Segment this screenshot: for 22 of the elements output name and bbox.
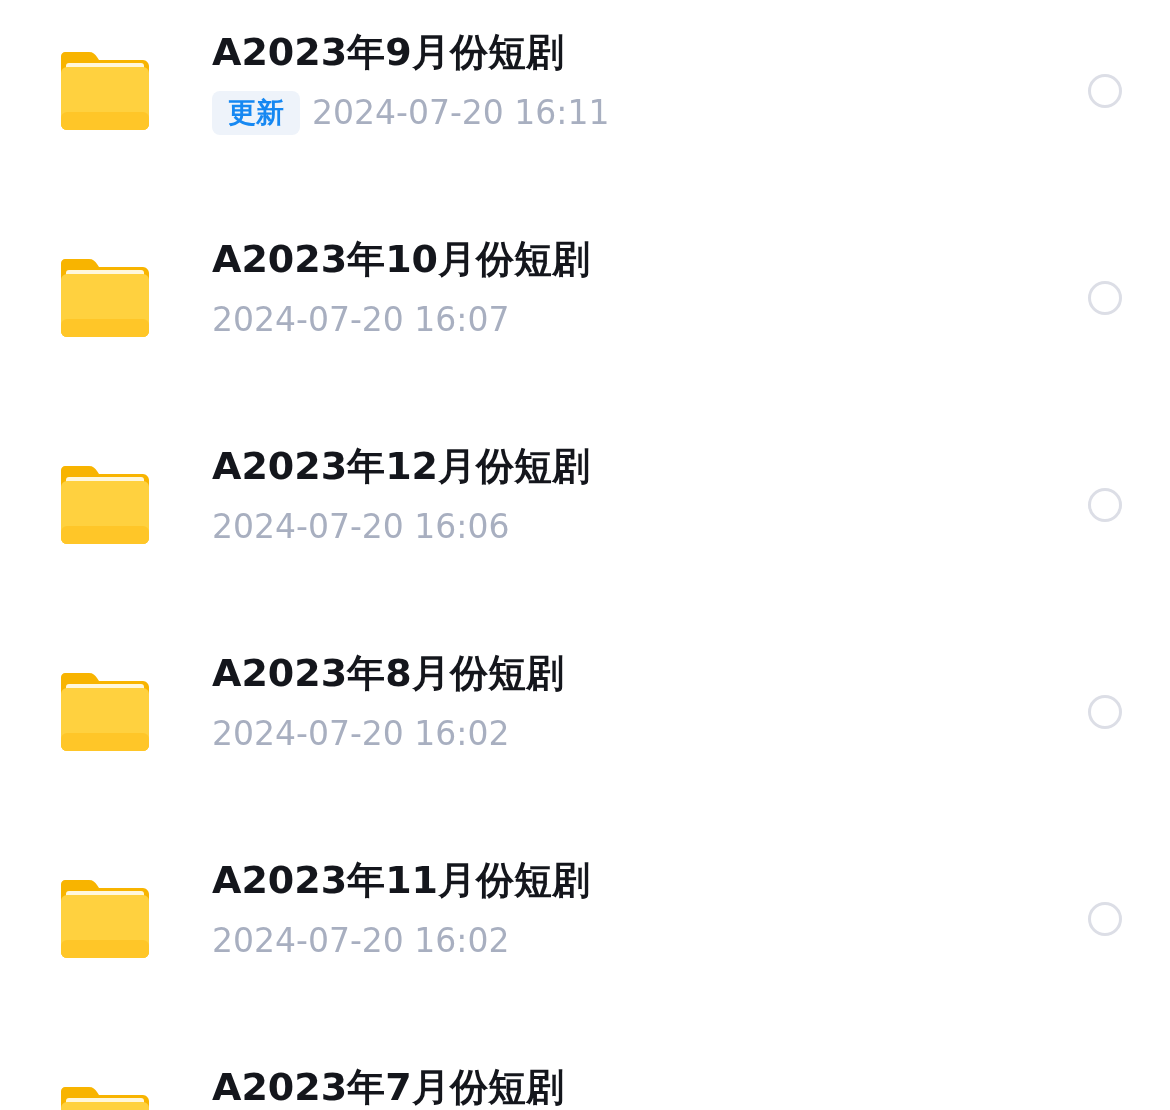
modified-date: 2024-07-20 16:02 [212, 920, 510, 962]
select-radio[interactable] [1088, 281, 1122, 315]
modified-date: 2024-07-20 16:11 [312, 92, 610, 134]
folder-name: A2023年9月份短剧 [212, 29, 565, 76]
folder-icon [61, 259, 149, 337]
select-radio[interactable] [1088, 902, 1122, 936]
folder-icon [61, 880, 149, 958]
folder-icon [61, 673, 149, 751]
modified-date: 2024-07-20 16:07 [212, 299, 510, 341]
folder-name: A2023年12月份短剧 [212, 443, 592, 490]
folder-icon [61, 466, 149, 544]
select-radio[interactable] [1088, 695, 1122, 729]
select-radio[interactable] [1088, 74, 1122, 108]
folder-name: A2023年11月份短剧 [212, 857, 592, 904]
folder-name: A2023年10月份短剧 [212, 236, 592, 283]
folder-name: A2023年8月份短剧 [212, 650, 565, 697]
select-radio[interactable] [1088, 488, 1122, 522]
modified-date: 2024-07-20 16:06 [212, 506, 510, 548]
modified-date: 2024-07-20 16:02 [212, 713, 510, 755]
folder-name: A2023年7月份短剧 [212, 1064, 565, 1110]
update-badge: 更新 [212, 91, 300, 135]
folder-icon [61, 52, 149, 130]
